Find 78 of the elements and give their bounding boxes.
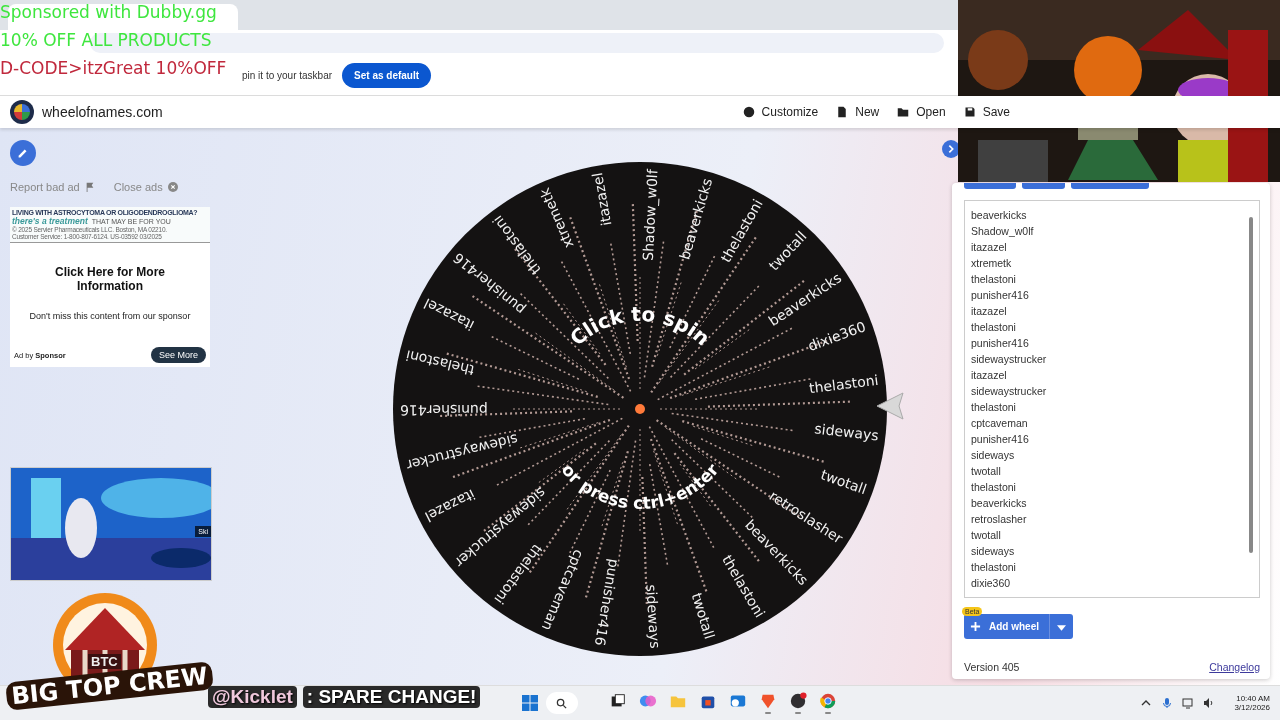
entry-line: punisher416: [971, 432, 1030, 447]
file-icon: [836, 106, 849, 118]
wheel-label: Shadow_w0lf: [639, 168, 661, 262]
entry-line: itazazel: [971, 368, 1008, 383]
entry-line: dixie360: [971, 576, 1012, 591]
entry-line: punisher416: [971, 336, 1030, 351]
wheel-label: sideways: [643, 583, 664, 649]
entry-line: retroslasher: [971, 512, 1028, 527]
chevron-right-icon: [946, 144, 956, 154]
entry-line: itazazel: [971, 240, 1008, 255]
chat-message: : SPARE CHANGE!: [302, 686, 481, 708]
changelog-link[interactable]: Changelog: [1209, 661, 1260, 673]
entry-line: sidewaystrucker: [971, 384, 1048, 399]
clock-time[interactable]: 10:40 AM: [1236, 694, 1270, 703]
site-title[interactable]: wheelofnames.com: [42, 104, 163, 120]
add-wheel-button[interactable]: Add wheel: [964, 614, 1049, 639]
entry-line: thelastoni: [971, 480, 1017, 495]
ad-body-text: Don't miss this content from our sponsor: [28, 311, 192, 321]
clock-date[interactable]: 3/12/2026: [1234, 703, 1270, 712]
banner-tagline: there's a treatment: [12, 216, 88, 226]
version-label: Version 405: [964, 661, 1020, 673]
wheel-label: itazazel: [589, 171, 615, 228]
entry-line: cptcaveman: [971, 416, 1029, 431]
entry-line: sideways: [971, 448, 1016, 463]
entry-line: thelastoni: [971, 560, 1017, 575]
palette-icon: [742, 106, 755, 118]
flag-icon: [84, 182, 95, 192]
wheel-label: twotall: [688, 590, 718, 641]
entry-line: thelastoni: [971, 320, 1017, 335]
header-action-button[interactable]: New: [836, 105, 880, 119]
windows-start-icon[interactable]: [522, 695, 538, 711]
ad-card[interactable]: [10, 207, 210, 367]
save-icon: [963, 106, 976, 118]
entry-line: twotall: [971, 464, 1002, 479]
entry-line: sideways: [971, 544, 1016, 559]
sponsor-overlay-text: Sponsored with Dubby.gg: [0, 1, 217, 24]
infobar-message: pin it to your taskbar: [242, 69, 333, 81]
chrome-icon[interactable]: [819, 692, 837, 710]
header-action-button[interactable]: Open: [897, 105, 946, 119]
folder-icon: [897, 106, 910, 118]
wheel-label: thelastoni: [808, 371, 880, 397]
scrollbar[interactable]: [1249, 217, 1253, 553]
logo-initials: BTC: [88, 654, 121, 669]
wheel-drawing[interactable]: [393, 162, 887, 656]
sponsor-overlay-text: D-CODE>itzGreat 10%OFF: [0, 57, 227, 80]
dropdown-button[interactable]: [1049, 614, 1073, 639]
pointer-icon: [875, 391, 905, 421]
plus-icon: [970, 621, 981, 632]
entry-line: punisher416: [971, 288, 1030, 303]
network-icon[interactable]: [1182, 697, 1195, 709]
edit-button[interactable]: [10, 140, 36, 166]
header-action-button[interactable]: Save: [963, 105, 1010, 119]
entry-line: twotall: [971, 528, 1002, 543]
entries-textarea[interactable]: [964, 200, 1260, 598]
set-default-button[interactable]: Set as default: [342, 62, 432, 88]
see-more-button[interactable]: See More: [150, 347, 206, 363]
wheel-label: sideways: [813, 420, 880, 444]
search-icon: [556, 697, 567, 709]
header-action-button[interactable]: Customize: [742, 105, 819, 119]
entry-line: sidewaystrucker: [971, 352, 1048, 367]
chat-username: @Kicklet: [208, 686, 297, 708]
sponsor-overlay-text: 10% OFF ALL PRODUCTS: [0, 29, 212, 52]
close-icon[interactable]: [167, 182, 178, 192]
entry-line: itazazel: [971, 304, 1008, 319]
wheel-label: punisher416: [591, 557, 623, 647]
caret-down-icon: [1057, 625, 1066, 631]
entry-line: thelastoni: [971, 400, 1017, 415]
entry-line: xtremetk: [971, 256, 1013, 271]
ad-headline: Click Here for More Information: [53, 265, 166, 293]
taskbar-search-field[interactable]: [546, 692, 578, 714]
microphone-icon[interactable]: [1161, 697, 1174, 709]
entry-line: beaverkicks: [971, 208, 1028, 223]
wheel-logo-icon[interactable]: [10, 100, 34, 124]
entry-line: beaverkicks: [971, 496, 1028, 511]
wheel-label: punisher416: [399, 401, 488, 419]
record-app-icon[interactable]: [789, 692, 807, 710]
entry-line: thelastoni: [971, 272, 1017, 287]
entry-line: Shadow_w0lf: [971, 224, 1035, 239]
